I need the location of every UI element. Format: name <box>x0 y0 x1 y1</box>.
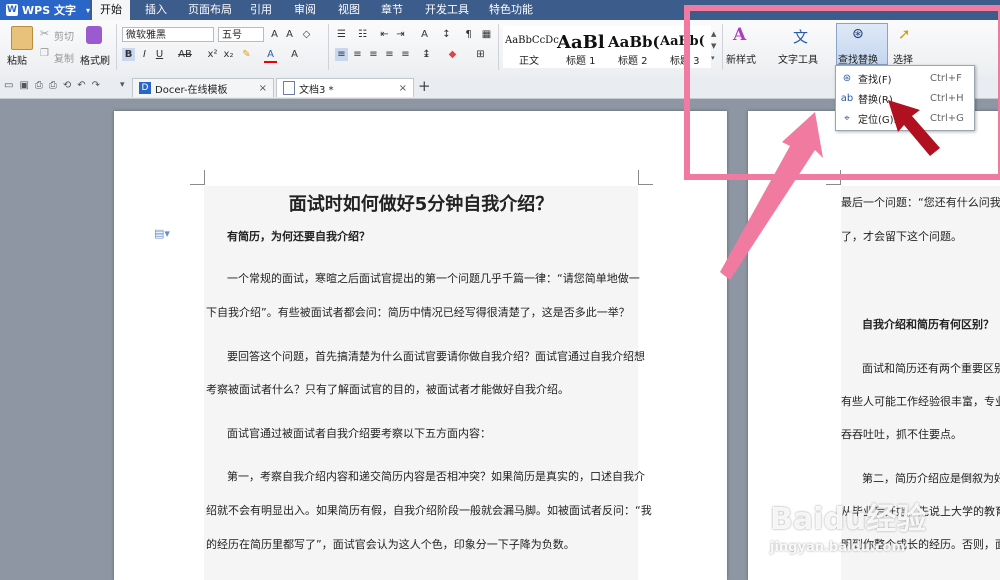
pink-arrow <box>720 112 823 280</box>
watermark-url: jingyan.baidu.com <box>770 540 906 555</box>
red-arrow <box>888 100 940 156</box>
annotation-arrows <box>720 100 940 280</box>
baidu-watermark: Baidu经验 <box>770 502 927 537</box>
